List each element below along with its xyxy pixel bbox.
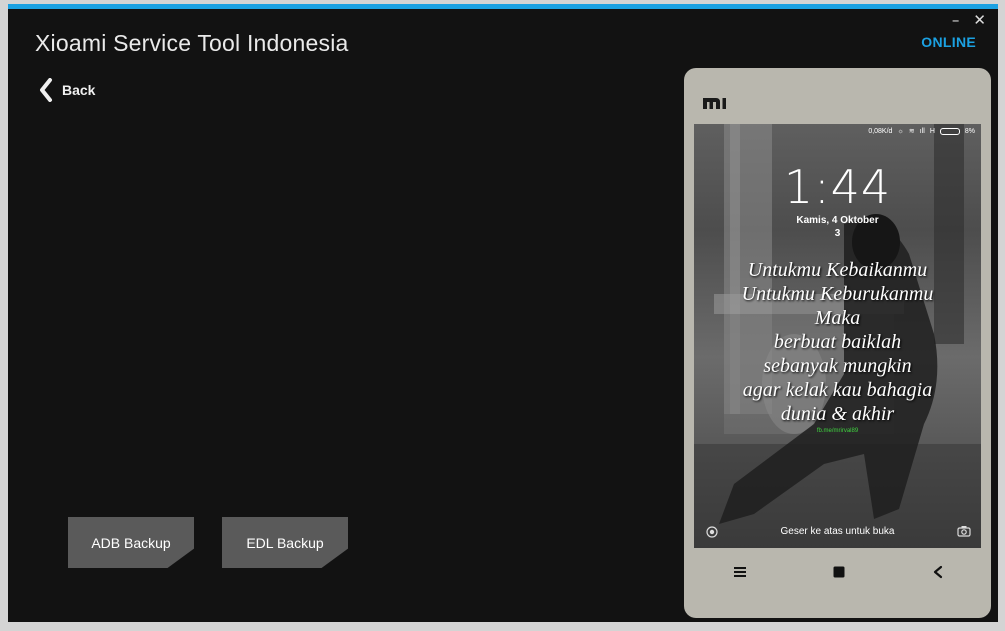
wallpaper-quote: Untukmu Kebaikanmu Untukmu Keburukanmu M… xyxy=(694,258,981,426)
network-type: H xyxy=(929,127,935,135)
adb-backup-button[interactable]: ADB Backup xyxy=(68,517,194,568)
back-icon[interactable] xyxy=(931,565,945,579)
connection-status: ONLINE xyxy=(921,34,976,50)
quote-line: agar kelak kau bahagia xyxy=(742,379,933,401)
phone-preview: 0,08K/d ☼ ≋ ıll H 8% 1:44 Kamis, 4 Oktob… xyxy=(684,68,991,618)
alarm-icon: ☼ xyxy=(897,127,904,135)
menu-icon[interactable] xyxy=(733,565,747,579)
lockscreen-date: Kamis, 4 Oktober xyxy=(796,215,879,226)
quote-line: Untukmu Kebaikanmu xyxy=(747,259,928,281)
minimize-button[interactable]: – xyxy=(952,13,960,28)
battery-level: 8% xyxy=(964,127,975,135)
lockscreen: 0,08K/d ☼ ≋ ıll H 8% 1:44 Kamis, 4 Oktob… xyxy=(694,124,981,548)
quote-line: Maka xyxy=(814,307,861,329)
window-controls: – ✕ xyxy=(952,13,986,28)
close-button[interactable]: ✕ xyxy=(973,13,986,28)
wifi-icon: ≋ xyxy=(908,128,915,135)
quote-line: sebanyak mungkin xyxy=(763,355,912,377)
window-title: Xioami Service Tool Indonesia xyxy=(35,30,349,56)
quote-line: berbuat baiklah xyxy=(773,331,902,353)
accent-bar xyxy=(8,4,998,9)
chevron-left-icon xyxy=(40,78,52,102)
lockscreen-clock: 1:44 xyxy=(783,160,892,214)
signal-icon: ıll xyxy=(919,127,925,135)
quote-line: dunia & akhir xyxy=(780,403,895,425)
lockscreen-date-extra: 3 xyxy=(834,228,841,239)
phone-statusbar: 0,08K/d ☼ ≋ ıll H 8% xyxy=(868,127,975,135)
phone-navbar xyxy=(684,565,991,591)
mi-logo-icon xyxy=(703,98,726,109)
back-button[interactable]: Back xyxy=(38,78,95,102)
app-window: Xioami Service Tool Indonesia – ✕ ONLINE… xyxy=(8,4,998,622)
unlock-hint: Geser ke atas untuk buka xyxy=(780,526,895,537)
edl-backup-button[interactable]: EDL Backup xyxy=(222,517,348,568)
home-icon[interactable] xyxy=(832,565,846,579)
back-label: Back xyxy=(62,82,96,98)
battery-icon xyxy=(939,127,960,135)
network-speed: 0,08K/d xyxy=(868,127,893,135)
quote-line: Untukmu Keburukanmu xyxy=(741,283,934,305)
camera-icon xyxy=(957,526,971,537)
quote-link: fb.me/mrirval89 xyxy=(816,428,859,434)
